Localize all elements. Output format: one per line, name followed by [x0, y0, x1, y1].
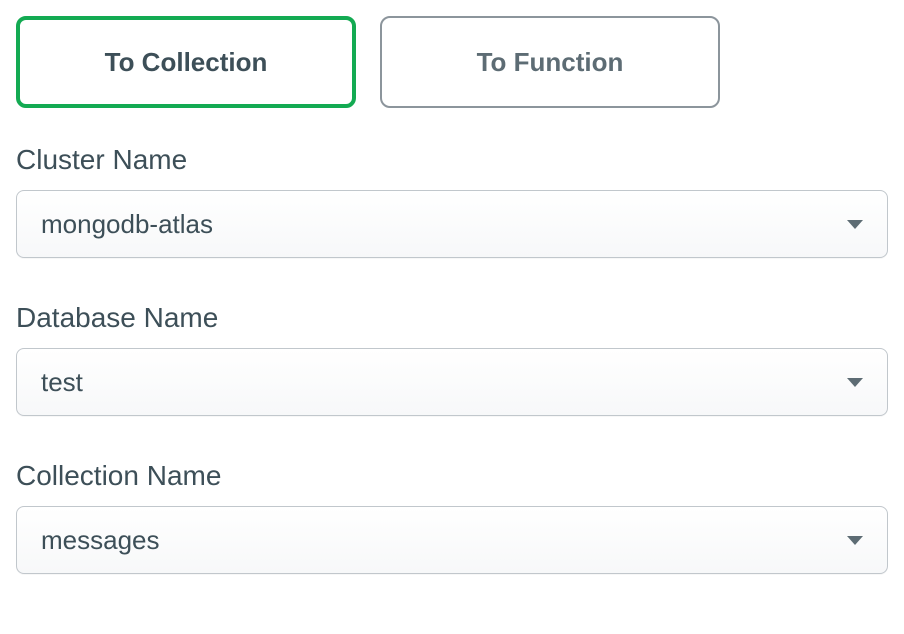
cluster-name-value: mongodb-atlas — [41, 209, 213, 240]
collection-name-select[interactable]: messages — [16, 506, 888, 574]
cluster-name-select[interactable]: mongodb-atlas — [16, 190, 888, 258]
collection-name-field: Collection Name messages — [16, 460, 888, 574]
tab-to-collection[interactable]: To Collection — [16, 16, 356, 108]
target-tabs: To Collection To Function — [16, 16, 888, 108]
tab-to-function-label: To Function — [477, 47, 624, 78]
database-name-select[interactable]: test — [16, 348, 888, 416]
tab-to-collection-label: To Collection — [105, 47, 268, 78]
cluster-name-field: Cluster Name mongodb-atlas — [16, 144, 888, 258]
chevron-down-icon — [847, 536, 863, 545]
database-name-label: Database Name — [16, 302, 888, 334]
tab-to-function[interactable]: To Function — [380, 16, 720, 108]
database-name-field: Database Name test — [16, 302, 888, 416]
chevron-down-icon — [847, 378, 863, 387]
database-name-value: test — [41, 367, 83, 398]
collection-name-value: messages — [41, 525, 160, 556]
chevron-down-icon — [847, 220, 863, 229]
collection-name-label: Collection Name — [16, 460, 888, 492]
cluster-name-label: Cluster Name — [16, 144, 888, 176]
